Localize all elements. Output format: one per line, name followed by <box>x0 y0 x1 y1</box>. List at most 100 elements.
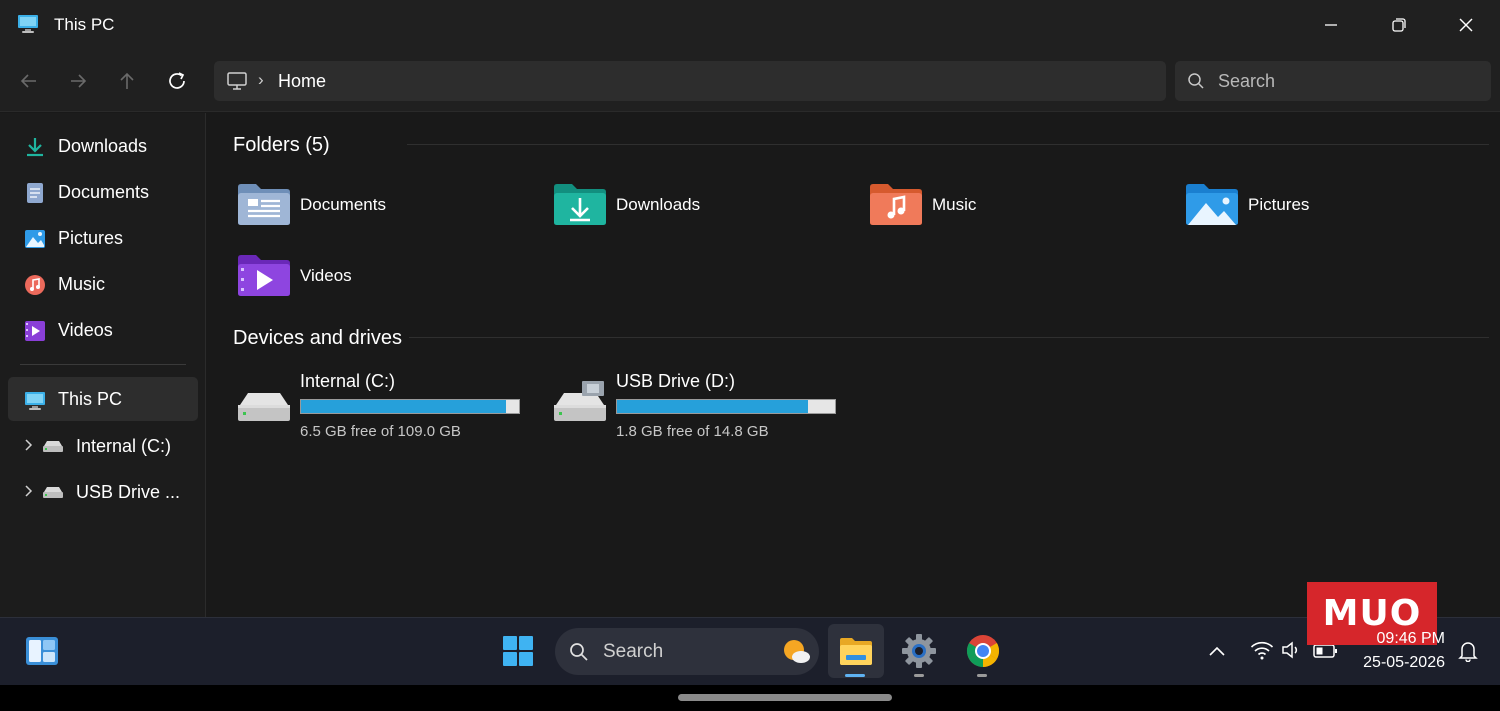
sidebar-item-pictures[interactable]: Pictures <box>8 216 198 260</box>
sidebar-item-internal-drive[interactable]: Internal (C:) <box>8 424 198 468</box>
drive-usb-d[interactable]: USB Drive (D:) 1.8 GB free of 14.8 GB <box>552 371 852 441</box>
folder-videos[interactable]: Videos <box>236 252 496 302</box>
up-arrow-icon <box>120 72 134 89</box>
chevron-up-icon[interactable] <box>1208 644 1226 658</box>
wifi-icon[interactable] <box>1250 640 1274 660</box>
watermark-text: MUO <box>1322 593 1422 634</box>
forward-button[interactable] <box>63 66 93 96</box>
section-divider <box>407 144 1489 145</box>
notification-icon[interactable] <box>1458 640 1478 662</box>
taskbar-search[interactable]: Search <box>555 628 819 675</box>
clock-time[interactable]: 09:46 PM <box>1377 630 1445 648</box>
storage-usage-fill <box>301 400 506 413</box>
back-button[interactable] <box>14 66 44 96</box>
sidebar-item-music[interactable]: Music <box>8 262 198 306</box>
drive-icon <box>43 441 63 452</box>
weather-icon <box>784 640 810 663</box>
chevron-right-icon[interactable] <box>22 484 34 498</box>
sidebar-item-label: Internal (C:) <box>76 436 172 456</box>
pictures-folder-icon <box>1186 184 1238 225</box>
title-bar <box>0 0 1500 50</box>
file-explorer-taskbar-button[interactable] <box>828 624 884 678</box>
refresh-button[interactable] <box>162 66 192 96</box>
restore-icon <box>1392 18 1406 32</box>
sidebar-item-this-pc[interactable]: This PC <box>8 377 198 421</box>
sidebar-item-label: Downloads <box>58 136 148 156</box>
settings-icon <box>902 634 936 668</box>
home-gesture-handle[interactable] <box>678 694 892 701</box>
settings-taskbar-button[interactable] <box>893 624 945 678</box>
hard-drive-icon <box>238 393 290 421</box>
start-button[interactable] <box>492 624 544 678</box>
drive-internal-c[interactable]: Internal (C:) 6.5 GB free of 109.0 GB <box>236 371 536 441</box>
storage-usage-fill <box>617 400 809 413</box>
search-placeholder: Search <box>1218 71 1276 91</box>
sidebar-item-label: Music <box>58 274 106 294</box>
breadcrumb-separator: › <box>258 70 264 89</box>
clock-date[interactable]: 25-05-2026 <box>1363 654 1445 672</box>
storage-usage-bar <box>616 399 836 414</box>
drive-name: Internal (C:) <box>300 371 396 391</box>
sidebar-item-documents[interactable]: Documents <box>8 170 198 214</box>
close-button[interactable] <box>1443 10 1489 40</box>
folder-label: Documents <box>300 195 386 214</box>
drive-free-space: 1.8 GB free of 14.8 GB <box>616 423 769 440</box>
running-app-indicator <box>914 674 924 677</box>
volume-icon[interactable] <box>1281 640 1303 660</box>
widgets-icon <box>26 637 58 665</box>
folder-label: Music <box>932 195 977 214</box>
sidebar-item-usb-drive[interactable]: USB Drive ... <box>8 470 198 514</box>
chevron-right-icon[interactable] <box>22 438 34 452</box>
music-folder-icon <box>870 184 922 225</box>
main-content: Folders (5) Documents Downloads Music Pi… <box>207 113 1500 617</box>
active-app-indicator <box>845 674 865 677</box>
usb-drive-icon <box>554 381 606 421</box>
sidebar-item-downloads[interactable]: Downloads <box>8 124 198 168</box>
computer-icon <box>227 72 247 90</box>
videos-folder-icon <box>238 255 290 296</box>
download-icon <box>27 138 43 157</box>
restore-button[interactable] <box>1376 10 1422 40</box>
folder-pictures[interactable]: Pictures <box>1184 181 1444 231</box>
up-button[interactable] <box>112 66 142 96</box>
chrome-icon <box>966 635 1000 668</box>
window-title: This PC <box>54 15 115 34</box>
sidebar-item-label: Pictures <box>58 228 124 248</box>
this-pc-icon <box>25 392 45 410</box>
folder-label: Pictures <box>1248 195 1310 214</box>
this-pc-icon <box>18 15 38 33</box>
devices-header: Devices and drives <box>233 327 402 349</box>
close-icon <box>1459 18 1473 32</box>
documents-icon <box>27 183 43 203</box>
forward-arrow-icon <box>71 74 87 88</box>
taskbar-search-placeholder: Search <box>603 641 664 662</box>
search-icon <box>1188 73 1204 89</box>
sidebar-item-videos[interactable]: Videos <box>8 308 198 352</box>
battery-icon[interactable] <box>1313 643 1339 659</box>
file-explorer-window: This PC › Home Search Downloads Document… <box>0 0 1500 617</box>
breadcrumb-home[interactable]: Home <box>278 71 326 92</box>
file-explorer-icon <box>840 638 872 665</box>
address-bar[interactable] <box>214 61 1166 101</box>
downloads-folder-icon <box>554 184 606 225</box>
sidebar-item-label: USB Drive ... <box>76 482 181 502</box>
folder-documents[interactable]: Documents <box>236 181 496 231</box>
widgets-button[interactable] <box>17 624 67 678</box>
minimize-button[interactable] <box>1308 10 1354 40</box>
folder-downloads[interactable]: Downloads <box>552 181 812 231</box>
videos-icon <box>25 321 45 341</box>
running-app-indicator <box>977 674 987 677</box>
refresh-icon <box>169 72 185 89</box>
start-icon <box>503 636 533 666</box>
sidebar-item-label: Documents <box>58 182 150 202</box>
drive-icon <box>43 487 63 498</box>
storage-usage-bar <box>300 399 520 414</box>
chrome-taskbar-button[interactable] <box>957 624 1009 678</box>
documents-folder-icon <box>238 184 290 225</box>
drive-name: USB Drive (D:) <box>616 371 736 391</box>
drive-free-space: 6.5 GB free of 109.0 GB <box>300 423 461 440</box>
minimize-icon <box>1325 24 1337 26</box>
music-icon <box>25 275 45 295</box>
back-arrow-icon <box>20 74 36 88</box>
folder-music[interactable]: Music <box>868 181 1128 231</box>
